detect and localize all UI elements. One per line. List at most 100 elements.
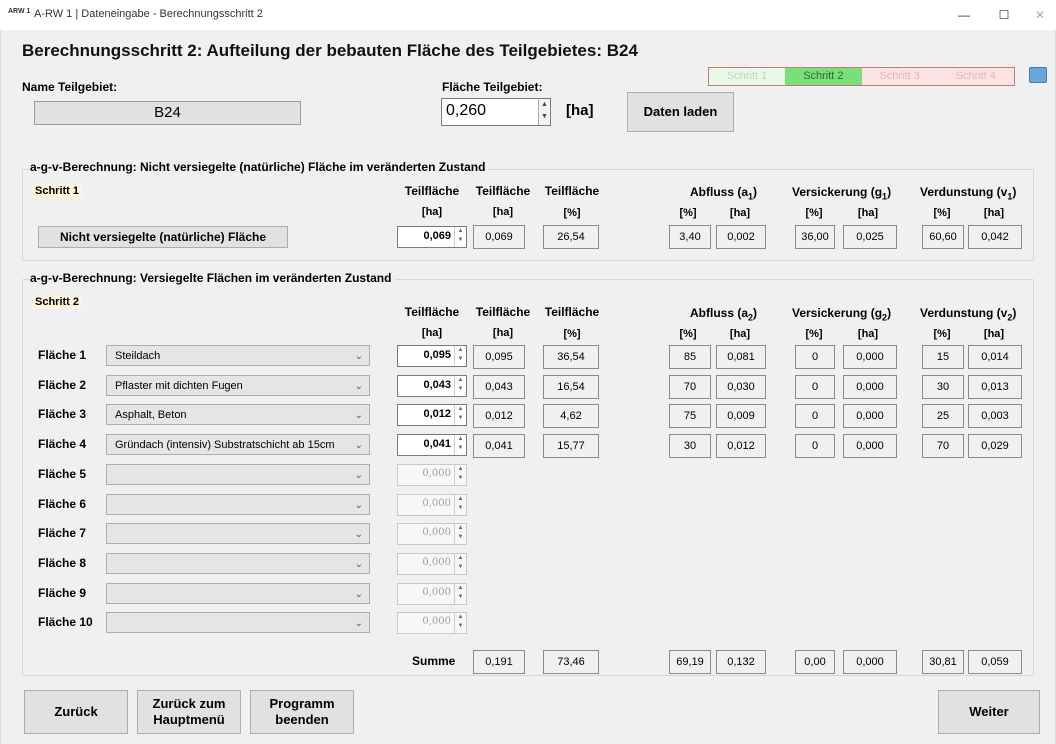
select-value: Steildach: [115, 350, 161, 362]
spinner-arrows-icon[interactable]: ▲ ▼: [454, 405, 466, 425]
surface-type-select[interactable]: ⌄: [106, 464, 370, 485]
surface-type-select[interactable]: ⌄: [106, 612, 370, 633]
infiltration-pct-value: 0: [795, 434, 835, 458]
unit-label: [ha]: [857, 207, 879, 219]
area-pct-value: 4,62: [543, 404, 599, 428]
area-input[interactable]: 0,000 ▲ ▼: [397, 553, 467, 575]
col-header: Abfluss (a2): [690, 306, 758, 323]
area-input[interactable]: 0,000 ▲ ▼: [397, 494, 467, 516]
unit-label: [%]: [679, 207, 697, 219]
surface-type-select[interactable]: Asphalt, Beton ⌄: [106, 404, 370, 425]
area-input[interactable]: 0,000 ▲ ▼: [397, 612, 467, 634]
col-header: Versickerung (g2): [792, 306, 892, 323]
sum-area-ha-value: 0,191: [473, 650, 525, 674]
row-label: Fläche 6: [38, 497, 87, 511]
row-label: Fläche 10: [38, 615, 93, 629]
unit-label: [%]: [805, 328, 823, 340]
area-input[interactable]: 0,012 ▲ ▼: [397, 404, 467, 426]
help-icon[interactable]: [1029, 67, 1047, 83]
area-input[interactable]: 0,095 ▲ ▼: [397, 345, 467, 367]
surface-type-select[interactable]: ⌄: [106, 494, 370, 515]
area-input[interactable]: 0,043 ▲ ▼: [397, 375, 467, 397]
sum-runoff-ha-value: 0,132: [716, 650, 766, 674]
name-label: Name Teilgebiet:: [22, 80, 118, 94]
sum-evaporation-ha-value: 0,059: [968, 650, 1022, 674]
surface-type-select[interactable]: ⌄: [106, 523, 370, 544]
surface-type-select[interactable]: Gründach (intensiv) Substratschicht ab 1…: [106, 434, 370, 455]
step-2-tag: Schritt 2: [32, 295, 83, 309]
surface-type-select[interactable]: Steildach ⌄: [106, 345, 370, 366]
exit-program-button[interactable]: Programm beenden: [250, 690, 354, 734]
spinner-arrows-icon[interactable]: ▲ ▼: [454, 376, 466, 396]
sum-area-pct-value: 73,46: [543, 650, 599, 674]
surface-type-select[interactable]: Pflaster mit dichten Fugen ⌄: [106, 375, 370, 396]
col-header: Teilfläche: [404, 305, 460, 319]
name-field: B24: [34, 101, 301, 125]
area-ha-value: 0,095: [473, 345, 525, 369]
unsealed-area-input[interactable]: 0,069 ▲ ▼: [397, 226, 467, 248]
step-3-indicator: Schritt 3: [861, 68, 938, 85]
evaporation-pct-value: 30: [922, 375, 964, 399]
spinner-arrows-icon[interactable]: ▲ ▼: [454, 435, 466, 455]
row-label: Fläche 2: [38, 378, 87, 392]
evaporation-pct-value: 60,60: [922, 225, 964, 249]
unit-label: [ha]: [421, 206, 443, 218]
unit-label: [%]: [563, 207, 581, 219]
area-input[interactable]: 0,041 ▲ ▼: [397, 434, 467, 456]
col-header: Teilfläche: [475, 184, 531, 198]
spinner-arrows-icon[interactable]: ▲ ▼: [454, 524, 466, 544]
app-icon: ARW 1: [8, 8, 31, 15]
spinner-arrows-icon[interactable]: ▲ ▼: [454, 584, 466, 604]
area-input[interactable]: 0,000 ▲ ▼: [397, 464, 467, 486]
maximize-button[interactable]: ☐: [984, 3, 1024, 27]
col-header: Teilfläche: [544, 184, 600, 198]
runoff-pct-value: 85: [669, 345, 711, 369]
spinner-arrows-icon[interactable]: ▲ ▼: [454, 227, 466, 247]
chevron-down-icon: ⌄: [354, 500, 363, 511]
surface-type-select[interactable]: ⌄: [106, 583, 370, 604]
step-1-indicator: Schritt 1: [709, 68, 786, 85]
spinner-arrows-icon[interactable]: ▲ ▼: [454, 554, 466, 574]
unit-label: [%]: [933, 207, 951, 219]
runoff-ha-value: 0,012: [716, 434, 766, 458]
infiltration-pct-value: 36,00: [795, 225, 835, 249]
spinner-arrows-icon[interactable]: ▲ ▼: [538, 99, 550, 125]
chevron-down-icon: ⌄: [354, 440, 363, 451]
sum-label: Summe: [412, 654, 456, 668]
back-button[interactable]: Zurück: [24, 690, 128, 734]
col-header: Teilfläche: [475, 305, 531, 319]
area-pct-value: 16,54: [543, 375, 599, 399]
chevron-down-icon: ⌄: [354, 410, 363, 421]
runoff-pct-value: 75: [669, 404, 711, 428]
minimize-button[interactable]: —: [944, 3, 984, 27]
runoff-ha-value: 0,030: [716, 375, 766, 399]
main-menu-button[interactable]: Zurück zum Hauptmenü: [137, 690, 241, 734]
spinner-arrows-icon[interactable]: ▲ ▼: [454, 346, 466, 366]
sum-runoff-pct-value: 69,19: [669, 650, 711, 674]
load-data-button[interactable]: Daten laden: [627, 92, 734, 132]
runoff-pct-value: 3,40: [669, 225, 711, 249]
chevron-down-icon: ⌄: [354, 589, 363, 600]
col-header: Teilfläche: [544, 305, 600, 319]
chevron-down-icon: ⌄: [354, 381, 363, 392]
area-pct-value: 26,54: [543, 225, 599, 249]
evaporation-ha-value: 0,029: [968, 434, 1022, 458]
evaporation-ha-value: 0,042: [968, 225, 1022, 249]
spinner-arrows-icon[interactable]: ▲ ▼: [454, 465, 466, 485]
next-button[interactable]: Weiter: [938, 690, 1040, 734]
unit-label: [ha]: [421, 327, 443, 339]
area-input[interactable]: 0,000 ▲ ▼: [397, 583, 467, 605]
unsealed-area-button[interactable]: Nicht versiegelte (natürliche) Fläche: [38, 226, 288, 248]
area-unit: [ha]: [566, 102, 594, 119]
surface-type-select[interactable]: ⌄: [106, 553, 370, 574]
area-input[interactable]: 0,260 ▲ ▼: [441, 98, 551, 126]
evaporation-ha-value: 0,014: [968, 345, 1022, 369]
area-pct-value: 36,54: [543, 345, 599, 369]
spinner-arrows-icon[interactable]: ▲ ▼: [454, 495, 466, 515]
close-button[interactable]: ✕: [1020, 3, 1056, 27]
chevron-down-icon: ⌄: [354, 559, 363, 570]
evaporation-pct-value: 25: [922, 404, 964, 428]
step-4-indicator: Schritt 4: [937, 68, 1014, 85]
spinner-arrows-icon[interactable]: ▲ ▼: [454, 613, 466, 633]
area-input[interactable]: 0,000 ▲ ▼: [397, 523, 467, 545]
